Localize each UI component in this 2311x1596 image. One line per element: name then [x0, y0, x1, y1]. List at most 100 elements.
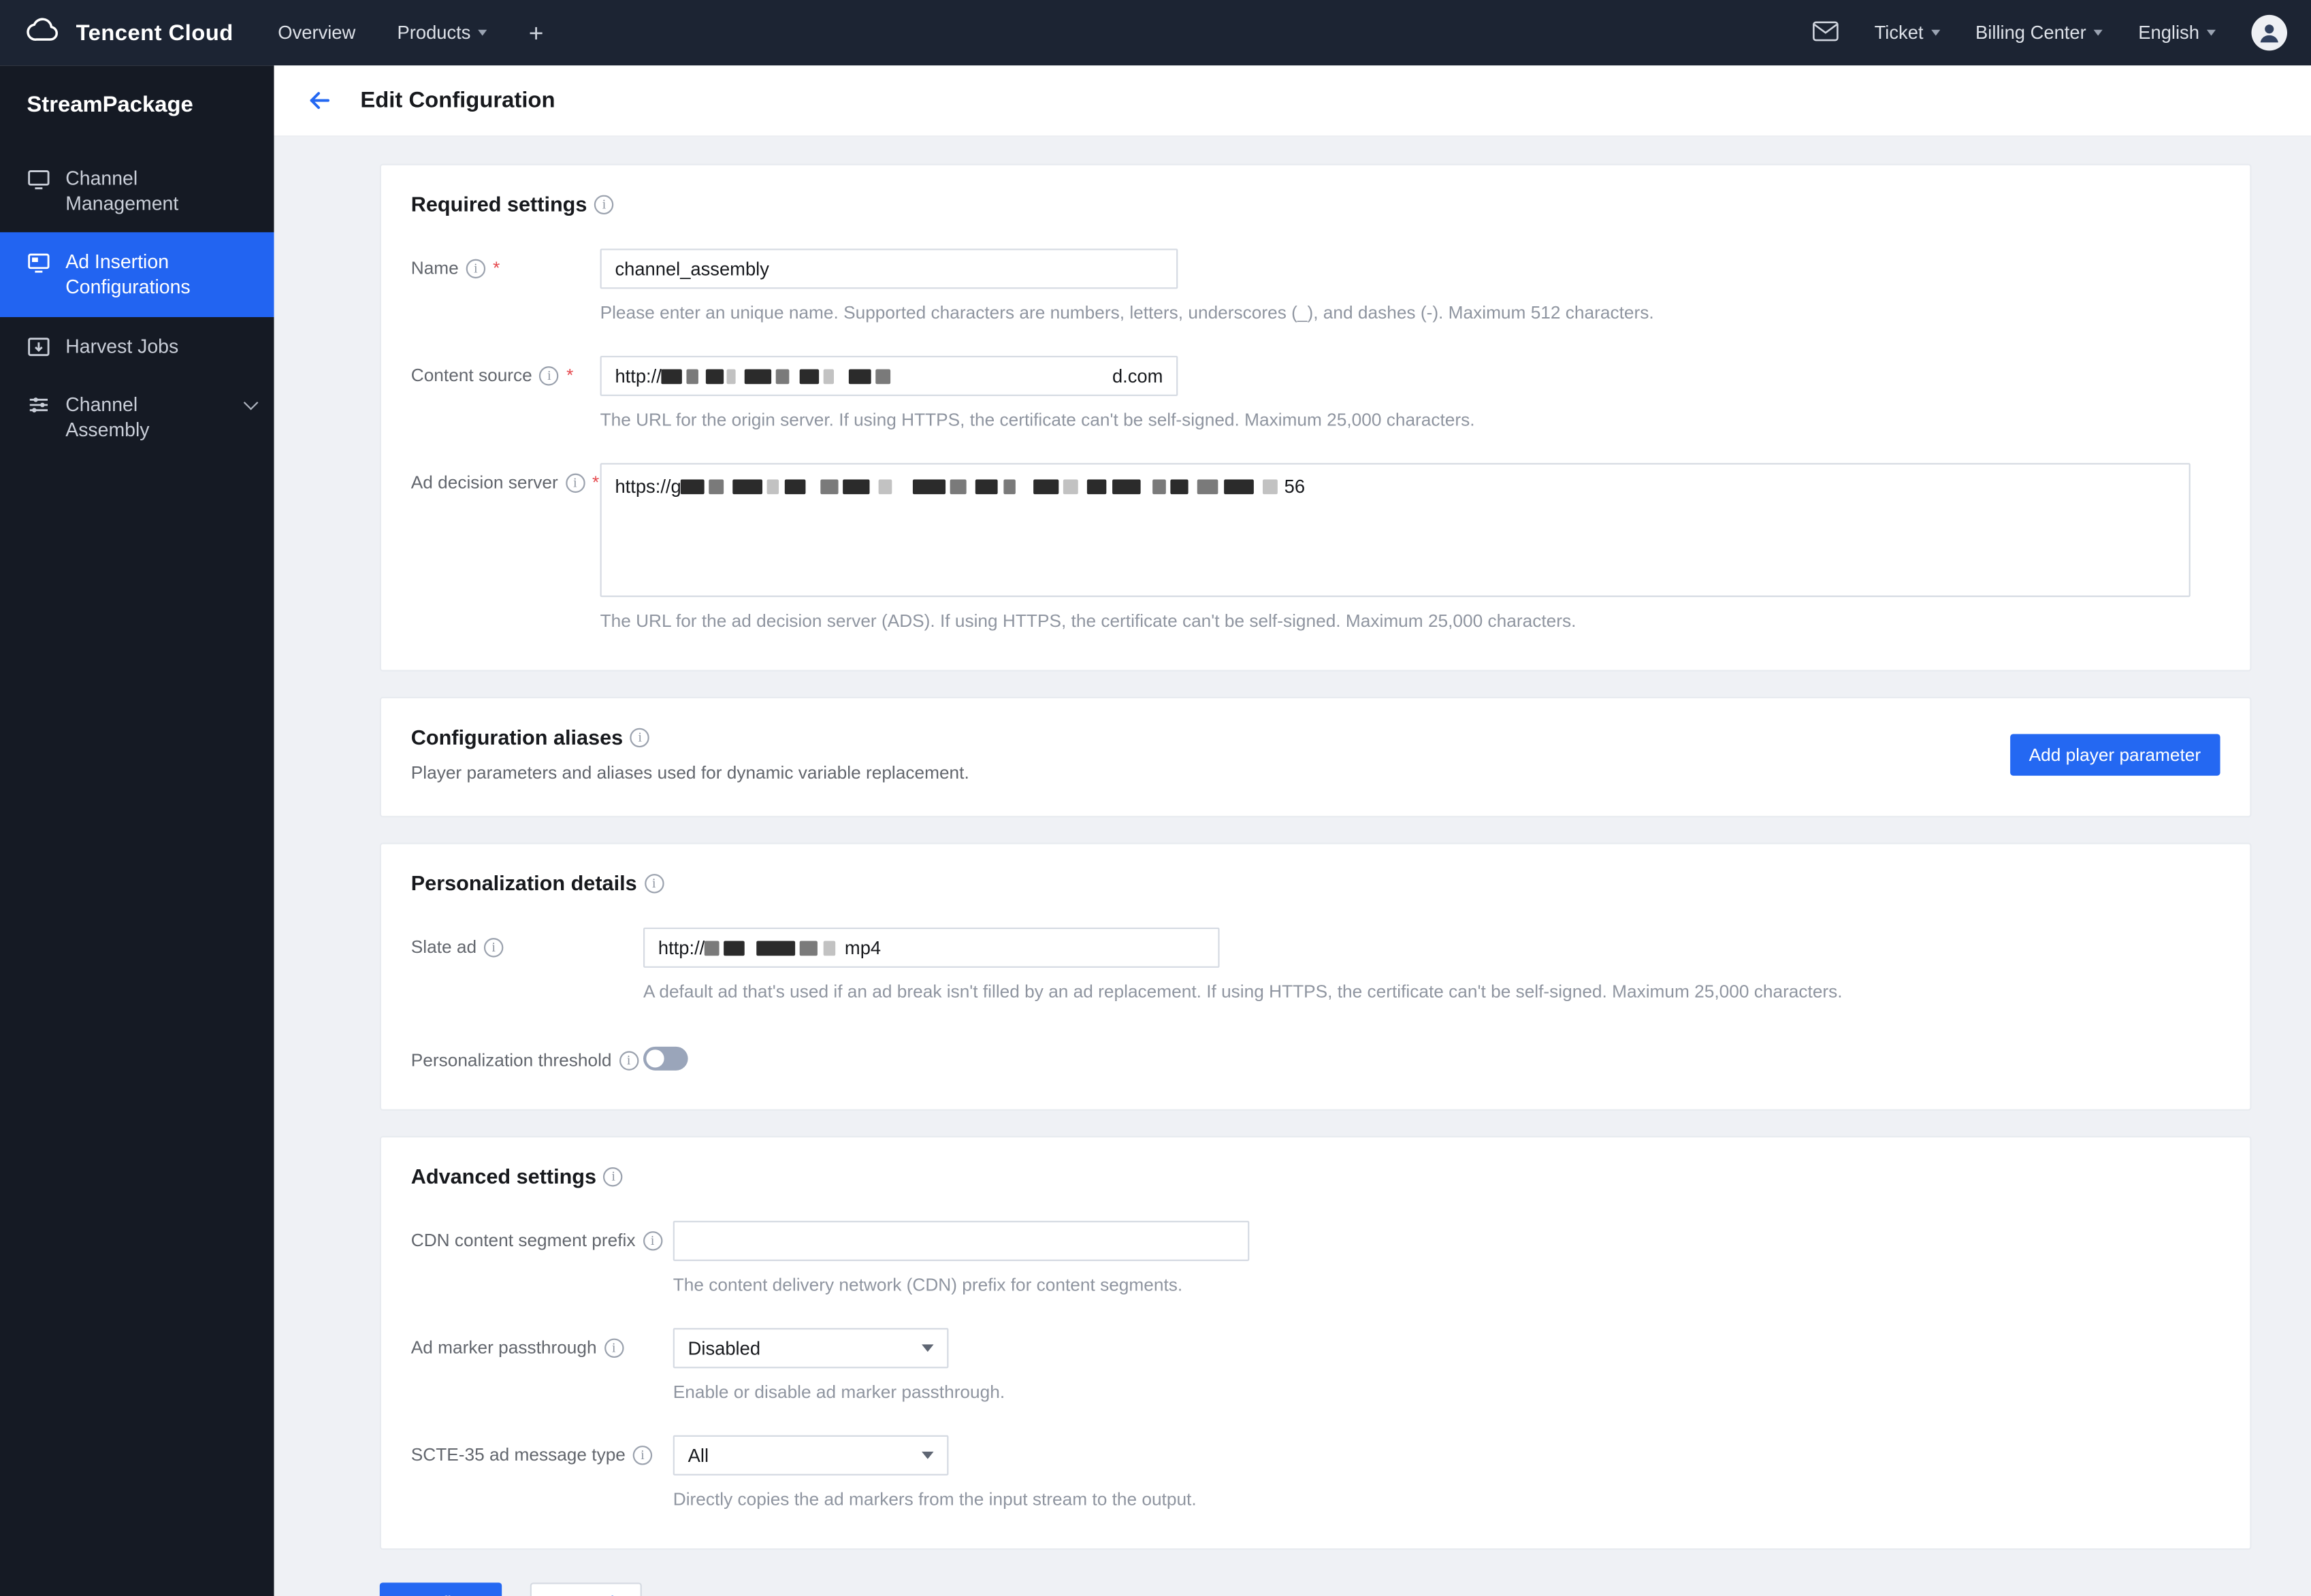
info-icon[interactable] — [630, 727, 650, 747]
ad-marker-field-label: Ad marker passthrough — [411, 1328, 673, 1358]
nav-language[interactable]: English — [2138, 22, 2216, 43]
ad-decision-server-field-row: Ad decision server https://g — [411, 463, 2220, 632]
ad-decision-server-field-label: Ad decision server — [411, 463, 600, 493]
info-icon[interactable] — [643, 1230, 662, 1250]
field-label-text: CDN content segment prefix — [410, 1229, 636, 1251]
scte35-help-text: Directly copies the ad markers from the … — [673, 1488, 1197, 1510]
sidebar-item-label: Ad Insertion Configurations — [65, 250, 191, 299]
slate-ad-field-row: Slate ad http:// mp4 A default — [410, 927, 2220, 1003]
add-player-parameter-button[interactable]: Add player parameter — [2009, 733, 2220, 775]
content-source-field-label: Content source — [411, 356, 600, 386]
scte35-field-row: SCTE-35 ad message type All Directly cop… — [411, 1435, 2220, 1510]
cdn-prefix-help-text: The content delivery network (CDN) prefi… — [673, 1274, 1183, 1296]
nav-ticket[interactable]: Ticket — [1874, 22, 1940, 44]
sidebar-item-label: Channel Management — [65, 167, 179, 215]
personalization-threshold-toggle[interactable] — [643, 1046, 688, 1071]
field-label-text: Content source — [410, 364, 532, 386]
toggle-knob — [646, 1049, 664, 1068]
required-settings-card: Required settings Name Please enter an u… — [379, 163, 2252, 672]
advanced-settings-card: Advanced settings CDN content segment pr… — [379, 1136, 2252, 1550]
info-icon[interactable] — [539, 365, 560, 385]
nav-ticket-label: Ticket — [1874, 22, 1924, 44]
name-input[interactable] — [600, 248, 1178, 289]
required-asterisk — [493, 257, 500, 278]
field-label-text: SCTE-35 ad message type — [410, 1444, 626, 1465]
required-asterisk — [566, 365, 573, 386]
nav-products-label: Products — [397, 22, 471, 44]
channel-assembly-icon — [27, 393, 50, 417]
sidebar-item-ad-insertion-configurations[interactable]: Ad Insertion Configurations — [0, 232, 274, 317]
info-icon[interactable] — [565, 472, 585, 492]
ad-decision-server-textarea[interactable]: https://g 56 — [600, 463, 2191, 598]
nav-products[interactable]: Products — [397, 22, 487, 44]
info-icon[interactable] — [644, 873, 664, 893]
nav-add-tab[interactable]: + — [529, 20, 544, 46]
sidebar-item-channel-assembly[interactable]: Channel Assembly — [0, 375, 274, 459]
nav-billing-center[interactable]: Billing Center — [1975, 22, 2103, 43]
app: Tencent Cloud Overview Products + Ticket — [0, 0, 2311, 1596]
mail-button[interactable] — [1812, 20, 1839, 46]
info-icon[interactable] — [604, 1337, 624, 1357]
personalization-threshold-row: Personalization threshold — [411, 1041, 2220, 1071]
url-suffix: mp4 — [844, 937, 882, 958]
name-field-row: Name Please enter an unique name. Suppor… — [411, 248, 2220, 323]
section-title-text: Personalization details — [410, 870, 637, 895]
redacted-text — [661, 368, 1112, 384]
info-icon[interactable] — [632, 1444, 653, 1465]
section-title-advanced: Advanced settings — [411, 1165, 2220, 1188]
field-label-text: Ad decision server — [410, 472, 558, 493]
url-prefix: http:// — [615, 365, 662, 387]
section-title-personalization: Personalization details — [411, 871, 2220, 895]
personalization-threshold-label: Personalization threshold — [411, 1041, 643, 1071]
name-field-label: Name — [411, 248, 600, 278]
info-icon[interactable] — [466, 258, 486, 278]
select-value: All — [688, 1444, 709, 1466]
cdn-prefix-field-label: CDN content segment prefix — [411, 1221, 673, 1251]
sidebar-item-harvest-jobs[interactable]: Harvest Jobs — [0, 316, 274, 375]
topbar-right: Ticket Billing Center English — [1812, 14, 2287, 51]
slate-ad-input[interactable]: http:// mp4 — [643, 927, 1220, 968]
slate-ad-help-text: A default ad that's used if an ad break … — [643, 981, 1843, 1003]
avatar[interactable] — [2251, 14, 2287, 51]
info-icon[interactable] — [594, 194, 614, 214]
url-prefix: https://g — [615, 476, 681, 498]
channel-management-icon — [27, 167, 50, 191]
info-icon[interactable] — [619, 1050, 639, 1070]
chevron-down-icon — [2206, 29, 2216, 36]
tencent-cloud-logo-icon — [24, 16, 63, 50]
page-body: Required settings Name Please enter an u… — [274, 137, 2311, 1596]
chevron-down-icon — [243, 395, 259, 410]
section-title-text: Advanced settings — [410, 1164, 597, 1188]
back-button[interactable] — [298, 80, 340, 121]
section-title-text: Configuration aliases — [410, 725, 624, 749]
top-nav: Overview Products + — [278, 20, 543, 46]
sidebar-item-label: Harvest Jobs — [65, 334, 179, 357]
info-icon[interactable] — [484, 937, 504, 957]
nav-overview-label: Overview — [278, 22, 356, 44]
info-icon[interactable] — [603, 1166, 624, 1186]
cdn-prefix-input[interactable] — [673, 1220, 1250, 1261]
confirm-button[interactable]: Confirm — [379, 1582, 502, 1596]
nav-overview[interactable]: Overview — [278, 22, 355, 44]
aliases-text-block: Configuration aliases Player parameters … — [411, 725, 969, 783]
section-title-required: Required settings — [411, 192, 2220, 216]
url-suffix: d.com — [1112, 365, 1163, 387]
name-help-text: Please enter an unique name. Supported c… — [600, 302, 1654, 323]
field-label-text: Name — [410, 257, 459, 279]
sidebar: StreamPackage Channel Management Ad Inse… — [0, 65, 274, 1596]
main-content: Edit Configuration Required settings Nam… — [274, 65, 2311, 1596]
sidebar-item-channel-management[interactable]: Channel Management — [0, 149, 274, 233]
content-source-input[interactable]: http:// d.com — [600, 355, 1178, 396]
cancel-button[interactable]: Cancel — [530, 1582, 642, 1596]
plus-icon: + — [528, 18, 544, 47]
mail-icon — [1812, 20, 1839, 46]
configuration-aliases-card: Configuration aliases Player parameters … — [379, 696, 2252, 817]
content-source-help-text: The URL for the origin server. If using … — [600, 409, 1475, 431]
ad-marker-help-text: Enable or disable ad marker passthrough. — [673, 1382, 1005, 1403]
scte35-message-type-select[interactable]: All — [673, 1435, 949, 1476]
ad-marker-field-row: Ad marker passthrough Disabled Enable or… — [411, 1328, 2220, 1403]
url-prefix: http:// — [658, 937, 705, 958]
field-label-text: Slate ad — [410, 936, 477, 958]
ad-marker-passthrough-select[interactable]: Disabled — [673, 1328, 949, 1369]
brand[interactable]: Tencent Cloud — [24, 16, 233, 50]
